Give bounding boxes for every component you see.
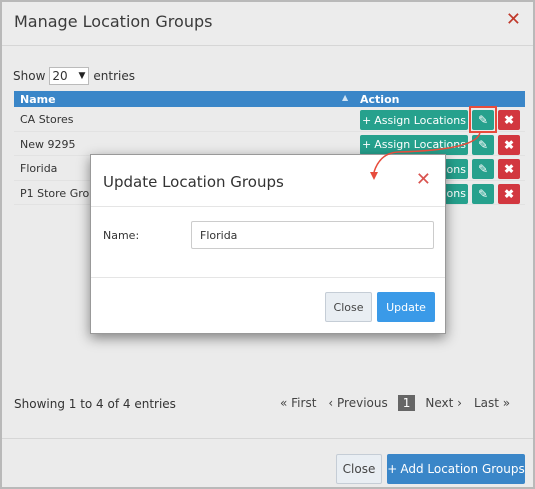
assign-locations-label: Assign Locations (374, 138, 466, 151)
row-name: New 9295 (20, 137, 76, 151)
close-button[interactable]: Close (336, 454, 382, 484)
delete-icon: ✖ (503, 186, 515, 201)
update-button[interactable]: Update (377, 292, 435, 322)
column-header-action: Action (360, 93, 400, 106)
pagination: « First ‹ Previous 1 Next › Last » (274, 395, 516, 411)
modal-title: Manage Location Groups (14, 12, 213, 31)
column-header-name[interactable]: Name (20, 93, 56, 106)
edit-button[interactable]: ✎ (472, 183, 494, 204)
row-name: Florida (20, 162, 58, 175)
modal-header: Manage Location Groups ✕ (2, 2, 533, 46)
entries-select-value: 20 (52, 69, 68, 83)
show-label: Show (13, 69, 46, 83)
table-info: Showing 1 to 4 of 4 entries (14, 397, 176, 411)
page-first[interactable]: « First (274, 396, 322, 410)
page-next[interactable]: Next › (419, 396, 468, 410)
add-location-groups-button[interactable]: + Add Location Groups (387, 454, 525, 484)
pencil-icon: ✎ (477, 162, 489, 176)
entries-label: entries (93, 69, 135, 83)
entries-select[interactable]: 20 ▼ (49, 67, 90, 85)
add-location-groups-label: Add Location Groups (400, 462, 525, 476)
pencil-icon: ✎ (477, 186, 489, 201)
plus-icon: + (362, 113, 372, 127)
name-label: Name: (103, 229, 140, 242)
name-input[interactable] (191, 221, 434, 249)
modal-footer: Close + Add Location Groups (2, 438, 533, 487)
page-previous[interactable]: ‹ Previous (322, 396, 393, 410)
delete-button[interactable]: ✖ (498, 110, 520, 130)
table-row: CA Stores + Assign Locations ✎ ✖ (14, 106, 525, 133)
delete-button[interactable]: ✖ (498, 159, 520, 179)
chevron-down-icon: ▼ (78, 71, 86, 81)
plus-icon: + (362, 138, 372, 151)
delete-button[interactable]: ✖ (498, 183, 520, 204)
close-icon[interactable]: ✕ (416, 170, 431, 190)
inner-modal-header: Update Location Groups ✕ (91, 155, 445, 207)
table-header: Name ▲ Action (14, 91, 525, 107)
update-location-groups-modal: Update Location Groups ✕ Name: Close Upd… (90, 154, 446, 334)
edit-button[interactable]: ✎ (472, 159, 494, 179)
pencil-icon: ✎ (477, 137, 489, 152)
close-icon[interactable]: ✕ (506, 10, 521, 30)
inner-modal-title: Update Location Groups (103, 173, 284, 191)
inner-modal-footer: Close Update (91, 278, 445, 333)
sort-asc-icon[interactable]: ▲ (342, 93, 348, 102)
delete-icon: ✖ (503, 162, 515, 176)
assign-locations-button[interactable]: +Assign Locations (360, 134, 468, 155)
table-row: New 9295 + Assign Locations ✎ ✖ (14, 132, 525, 156)
delete-icon: ✖ (503, 113, 515, 127)
inner-modal-body: Name: (91, 207, 445, 278)
delete-button[interactable]: ✖ (498, 134, 520, 155)
edit-button-highlight (469, 106, 497, 133)
edit-button[interactable]: ✎ (472, 134, 494, 155)
inner-close-button[interactable]: Close (325, 292, 372, 322)
entries-length-control: Show 20 ▼ entries (13, 67, 135, 85)
assign-locations-button[interactable]: +Assign Locations (360, 110, 468, 130)
page-last[interactable]: Last » (468, 396, 516, 410)
delete-icon: ✖ (503, 137, 515, 152)
page-current[interactable]: 1 (397, 395, 416, 411)
assign-locations-label: Assign Locations (374, 113, 466, 127)
row-name: CA Stores (20, 113, 74, 126)
plus-icon: + (387, 462, 398, 476)
